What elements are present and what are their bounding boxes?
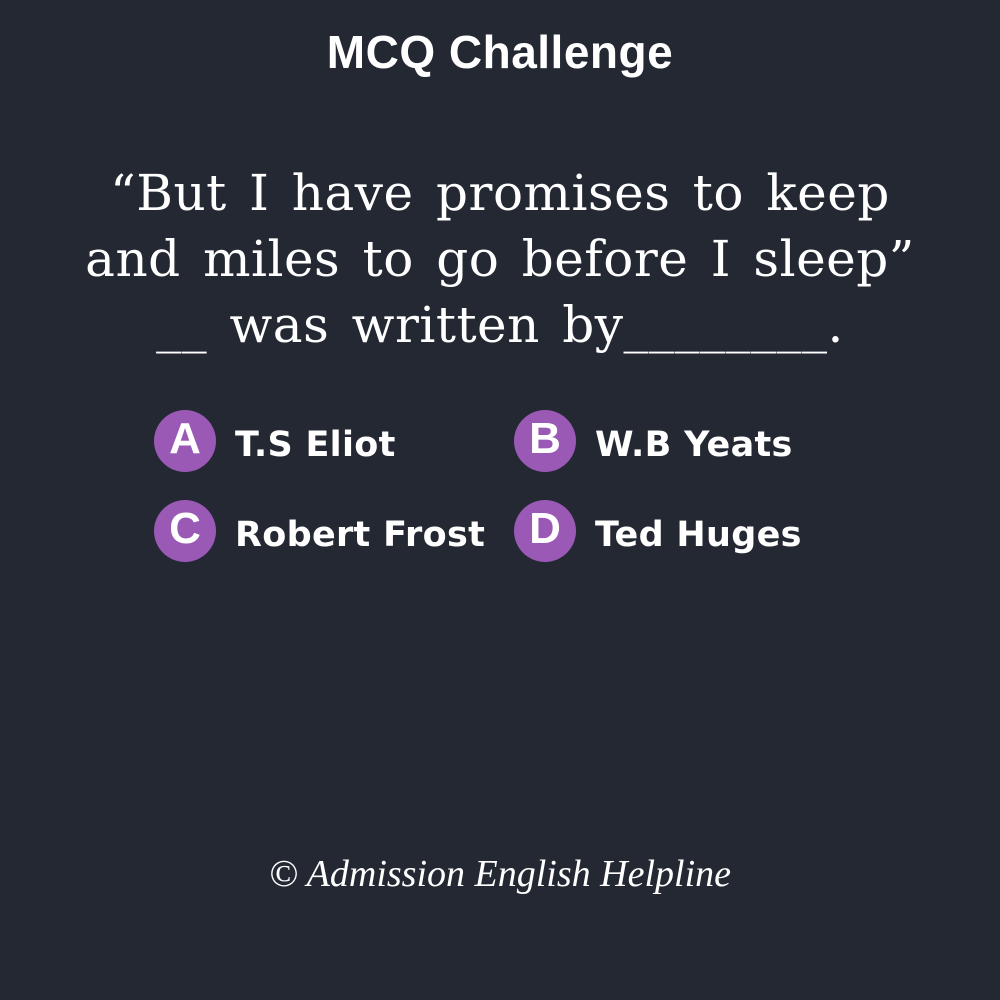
mcq-card: MCQ Challenge “But I have promises to ke… <box>0 0 1000 1000</box>
option-d-text: Ted Huges <box>595 515 802 555</box>
option-d[interactable]: D Ted Huges <box>514 500 802 562</box>
option-b-badge: B <box>514 410 576 472</box>
option-c[interactable]: C Robert Frost <box>154 500 485 562</box>
option-c-badge: C <box>154 500 216 562</box>
footer-credit: © Admission English Helpline <box>269 853 731 895</box>
option-b[interactable]: B W.B Yeats <box>514 410 793 472</box>
option-b-text: W.B Yeats <box>595 425 793 465</box>
option-a-badge: A <box>154 410 216 472</box>
option-a-text: T.S Eliot <box>235 425 396 465</box>
page-title: MCQ Challenge <box>326 26 674 78</box>
option-c-text: Robert Frost <box>235 515 486 555</box>
question-text: “But I have promises to keep and miles t… <box>85 164 915 354</box>
option-a[interactable]: A T.S Eliot <box>154 410 396 472</box>
option-d-badge: D <box>514 500 576 562</box>
